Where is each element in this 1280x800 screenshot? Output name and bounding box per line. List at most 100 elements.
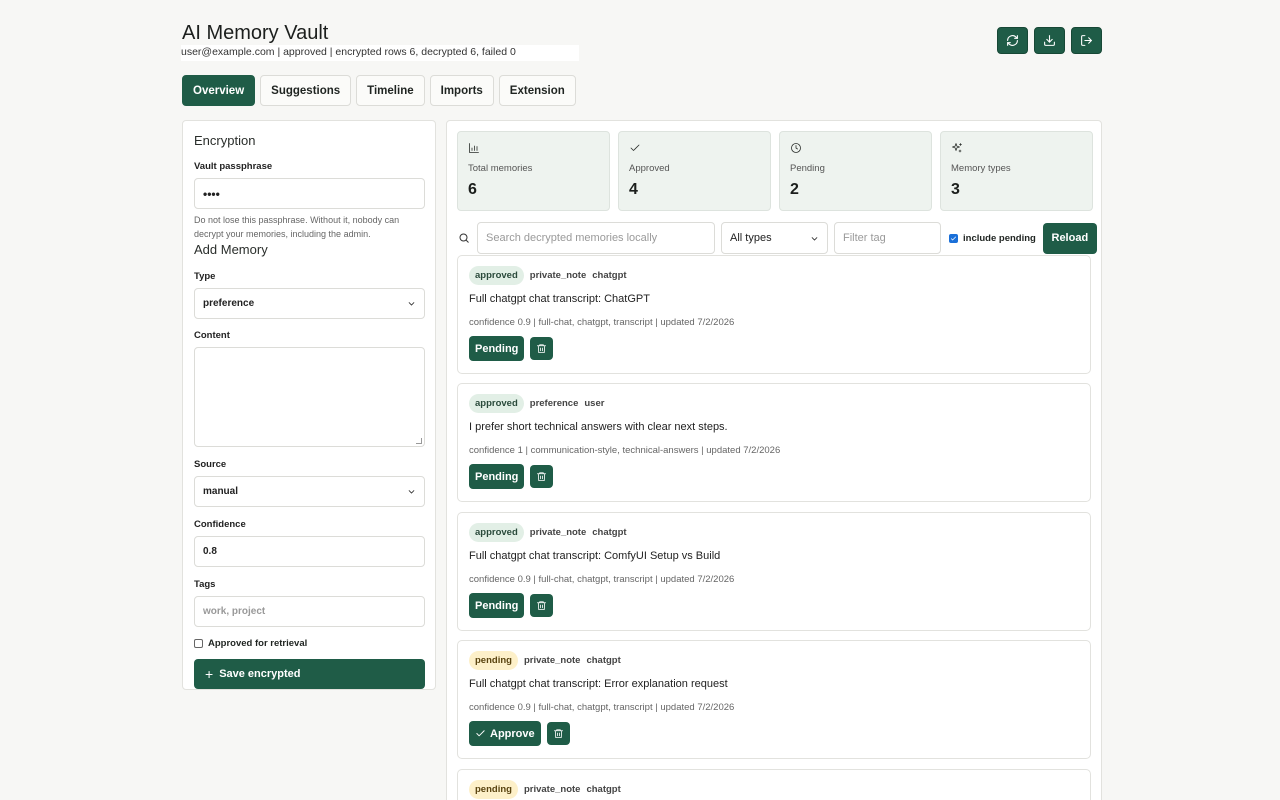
include-pending-label: include pending xyxy=(963,232,1036,244)
memory-source: chatgpt xyxy=(586,783,621,795)
tags-input[interactable]: work, project xyxy=(194,596,425,627)
tab-suggestions[interactable]: Suggestions xyxy=(260,75,352,106)
stat-value: 6 xyxy=(468,181,477,198)
stat-value: 3 xyxy=(951,181,960,198)
passphrase-help: Do not lose this passphrase. Without it,… xyxy=(194,215,400,239)
passphrase-input[interactable]: •••• xyxy=(194,178,425,209)
stat-total: Total memories 6 xyxy=(457,131,610,211)
mark-pending-button[interactable]: Pending xyxy=(469,336,525,361)
stat-approved: Approved 4 xyxy=(618,131,771,211)
mark-pending-button[interactable]: Pending xyxy=(469,593,525,618)
content-textarea[interactable] xyxy=(194,347,425,447)
source-select-value: manual xyxy=(203,486,239,497)
tags-label: Tags xyxy=(194,579,216,590)
memory-card: approved private_note chatgpt Full chatg… xyxy=(457,512,1091,631)
page-header: AI Memory Vault user@example.com | appro… xyxy=(181,0,1102,70)
stat-value: 2 xyxy=(790,181,799,198)
check-icon xyxy=(950,235,957,240)
app-root: AI Memory Vault user@example.com | appro… xyxy=(181,0,1102,800)
download-icon xyxy=(1044,35,1055,46)
search-icon xyxy=(459,233,469,243)
account-status: user@example.com | approved | encrypted … xyxy=(181,45,579,61)
tag-filter-input[interactable]: Filter tag xyxy=(834,222,941,254)
include-pending-checkbox[interactable] xyxy=(949,233,958,243)
memory-card: approved private_note chatgpt Full chatg… xyxy=(457,255,1091,374)
memory-card: pending private_note chatgpt xyxy=(457,769,1091,800)
mark-pending-button[interactable]: Pending xyxy=(469,464,525,489)
memory-meta: confidence 0.9 | full-chat, chatgpt, tra… xyxy=(469,317,735,328)
resize-handle[interactable] xyxy=(416,438,422,444)
delete-button[interactable] xyxy=(530,337,554,360)
trash-icon xyxy=(553,729,563,739)
search-input[interactable]: Search decrypted memories locally xyxy=(477,222,715,254)
check-icon xyxy=(630,144,640,151)
memory-text: Full chatgpt chat transcript: ComfyUI Se… xyxy=(469,550,721,562)
stats-row: Total memories 6 Approved 4 Pending 2 Me… xyxy=(457,131,1093,211)
add-memory-title: Add Memory xyxy=(194,242,268,257)
filter-bar: Search decrypted memories locally All ty… xyxy=(457,222,1097,254)
reload-button[interactable]: Reload xyxy=(1042,222,1097,254)
type-label: Type xyxy=(194,271,216,282)
type-filter-select[interactable]: All types xyxy=(721,222,828,254)
stat-pending: Pending 2 xyxy=(779,131,932,211)
approve-label: Approve xyxy=(490,727,535,740)
logout-icon xyxy=(1081,35,1092,46)
plus-icon: + xyxy=(205,666,214,682)
memory-type: private_note xyxy=(523,654,581,666)
memory-text: I prefer short technical answers with cl… xyxy=(469,421,728,433)
left-panel: Encryption Vault passphrase •••• Do not … xyxy=(182,120,436,690)
approved-row: Approved for retrieval xyxy=(194,638,424,649)
status-badge: approved xyxy=(469,265,524,285)
refresh-icon xyxy=(1007,35,1018,46)
trash-icon xyxy=(537,344,547,354)
type-select[interactable]: preference xyxy=(194,288,425,319)
memory-type: private_note xyxy=(523,783,581,795)
delete-button[interactable] xyxy=(530,594,554,617)
stat-types: Memory types 3 xyxy=(940,131,1093,211)
approved-checkbox[interactable] xyxy=(194,639,203,648)
passphrase-label: Vault passphrase xyxy=(194,161,273,172)
memory-source: chatgpt xyxy=(586,654,621,666)
source-select[interactable]: manual xyxy=(194,476,425,507)
tab-overview[interactable]: Overview xyxy=(182,75,256,106)
download-button[interactable] xyxy=(1034,27,1065,54)
delete-button[interactable] xyxy=(546,722,570,745)
type-select-value: preference xyxy=(203,298,255,309)
tab-extension[interactable]: Extension xyxy=(498,75,576,106)
chevron-down-icon xyxy=(408,302,415,306)
refresh-button[interactable] xyxy=(997,27,1028,54)
save-encrypted-button[interactable]: + Save encrypted xyxy=(194,659,425,689)
memory-text: Full chatgpt chat transcript: ChatGPT xyxy=(469,293,650,305)
status-badge: pending xyxy=(469,650,518,670)
approved-label: Approved for retrieval xyxy=(208,638,308,649)
save-label: Save encrypted xyxy=(219,668,301,680)
source-label: Source xyxy=(194,459,227,470)
status-badge: pending xyxy=(469,779,518,799)
memory-source: chatgpt xyxy=(592,526,627,538)
delete-button[interactable] xyxy=(530,465,554,488)
approve-button[interactable]: Approve xyxy=(469,721,541,746)
clock-icon xyxy=(791,143,801,153)
memory-card: approved preference user I prefer short … xyxy=(457,383,1091,502)
memory-text: Full chatgpt chat transcript: Error expl… xyxy=(469,678,728,690)
bar-chart-icon xyxy=(469,143,479,153)
memory-meta: confidence 0.9 | full-chat, chatgpt, tra… xyxy=(469,702,735,713)
memory-meta: confidence 0.9 | full-chat, chatgpt, tra… xyxy=(469,574,735,585)
tab-timeline[interactable]: Timeline xyxy=(356,75,425,106)
memory-type: preference xyxy=(529,397,579,409)
include-pending-toggle[interactable]: include pending xyxy=(949,233,1036,244)
stat-label: Memory types xyxy=(951,163,1011,174)
content-label: Content xyxy=(194,330,230,341)
trash-icon xyxy=(537,601,547,611)
status-badge: approved xyxy=(469,522,524,542)
memory-source: user xyxy=(584,397,605,409)
confidence-input[interactable]: 0.8 xyxy=(194,536,425,567)
memory-meta: confidence 1 | communication-style, tech… xyxy=(469,445,781,456)
tab-imports[interactable]: Imports xyxy=(429,75,494,106)
right-panel: Total memories 6 Approved 4 Pending 2 Me… xyxy=(446,120,1102,800)
encryption-title: Encryption xyxy=(194,133,256,148)
tab-bar: Overview Suggestions Timeline Imports Ex… xyxy=(182,75,576,106)
memory-source: chatgpt xyxy=(592,269,627,281)
logout-button[interactable] xyxy=(1071,27,1102,54)
chevron-down-icon xyxy=(811,236,818,241)
